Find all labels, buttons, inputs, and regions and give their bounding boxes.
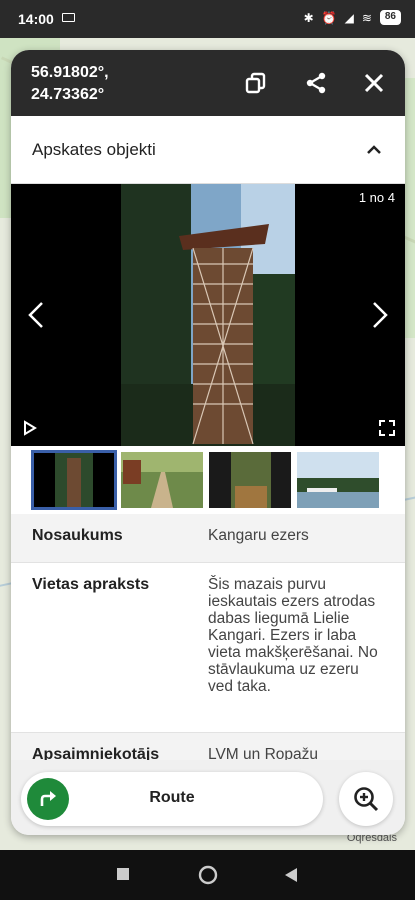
detail-value: Kangaru ezers — [208, 527, 309, 544]
status-bar: 14:00 ✱ ⏰ ◢ ≋ 86 — [0, 0, 415, 38]
copy-icon — [245, 72, 266, 94]
play-icon[interactable] — [23, 420, 37, 436]
alarm-icon: ⏰ — [321, 10, 337, 25]
route-button[interactable]: Route — [21, 772, 323, 826]
route-icon — [27, 778, 69, 820]
photo-gallery[interactable]: 1 no 4 — [11, 184, 405, 446]
recents-icon[interactable] — [116, 867, 130, 881]
latitude-text: 56.91802°, — [31, 64, 109, 81]
thumbnail-3[interactable] — [209, 452, 291, 508]
detail-row-description: Vietas apraksts Šis mazais purvu ieskaut… — [11, 563, 405, 733]
status-icons: ✱ ⏰ ◢ ≋ 86 — [304, 10, 401, 25]
panel-header: 56.91802°, 24.73362° — [11, 50, 405, 116]
thumbnail-2[interactable] — [121, 452, 203, 508]
home-icon[interactable] — [198, 865, 218, 885]
coordinates-text: 56.91802°, 24.73362° — [31, 62, 109, 106]
close-icon — [364, 73, 384, 93]
share-icon — [306, 72, 326, 94]
system-navigation-bar — [0, 850, 415, 900]
section-title: Apskates objekti — [32, 140, 156, 159]
zoom-in-button[interactable] — [339, 772, 393, 826]
detail-label: Vietas apraksts — [32, 576, 150, 593]
share-button[interactable] — [303, 70, 329, 96]
longitude-text: 24.73362° — [31, 86, 105, 103]
screen-cast-icon — [62, 13, 75, 22]
previous-arrow-icon[interactable] — [25, 300, 47, 330]
status-time: 14:00 — [18, 11, 54, 27]
close-button[interactable] — [361, 70, 387, 96]
battery-indicator: 86 — [379, 10, 401, 25]
fullscreen-icon[interactable] — [379, 420, 395, 436]
next-arrow-icon[interactable] — [369, 300, 391, 330]
gallery-photo-observation-tower — [121, 184, 295, 446]
poi-detail-panel: 56.91802°, 24.73362° Apskates objekti 1 … — [11, 50, 405, 835]
chevron-up-icon[interactable] — [365, 141, 383, 159]
details-list: Nosaukums Kangaru ezers Vietas apraksts … — [11, 514, 405, 793]
detail-label: Nosaukums — [32, 527, 123, 544]
action-bar: Route — [11, 760, 405, 835]
copy-button[interactable] — [243, 70, 269, 96]
signal-icon: ◢ — [344, 10, 354, 25]
detail-value: Šis mazais purvu ieskautais ezers atroda… — [208, 576, 378, 695]
thumbnail-4[interactable] — [297, 452, 379, 508]
back-icon[interactable] — [284, 867, 298, 883]
zoom-in-icon — [354, 787, 379, 812]
bluetooth-icon: ✱ — [303, 10, 314, 25]
wifi-icon: ≋ — [361, 10, 372, 25]
gallery-thumbnails — [11, 446, 405, 514]
detail-row-name: Nosaukums Kangaru ezers — [11, 514, 405, 563]
thumbnail-1[interactable] — [31, 450, 117, 510]
gallery-counter: 1 no 4 — [358, 190, 395, 205]
section-header[interactable]: Apskates objekti — [11, 116, 405, 184]
